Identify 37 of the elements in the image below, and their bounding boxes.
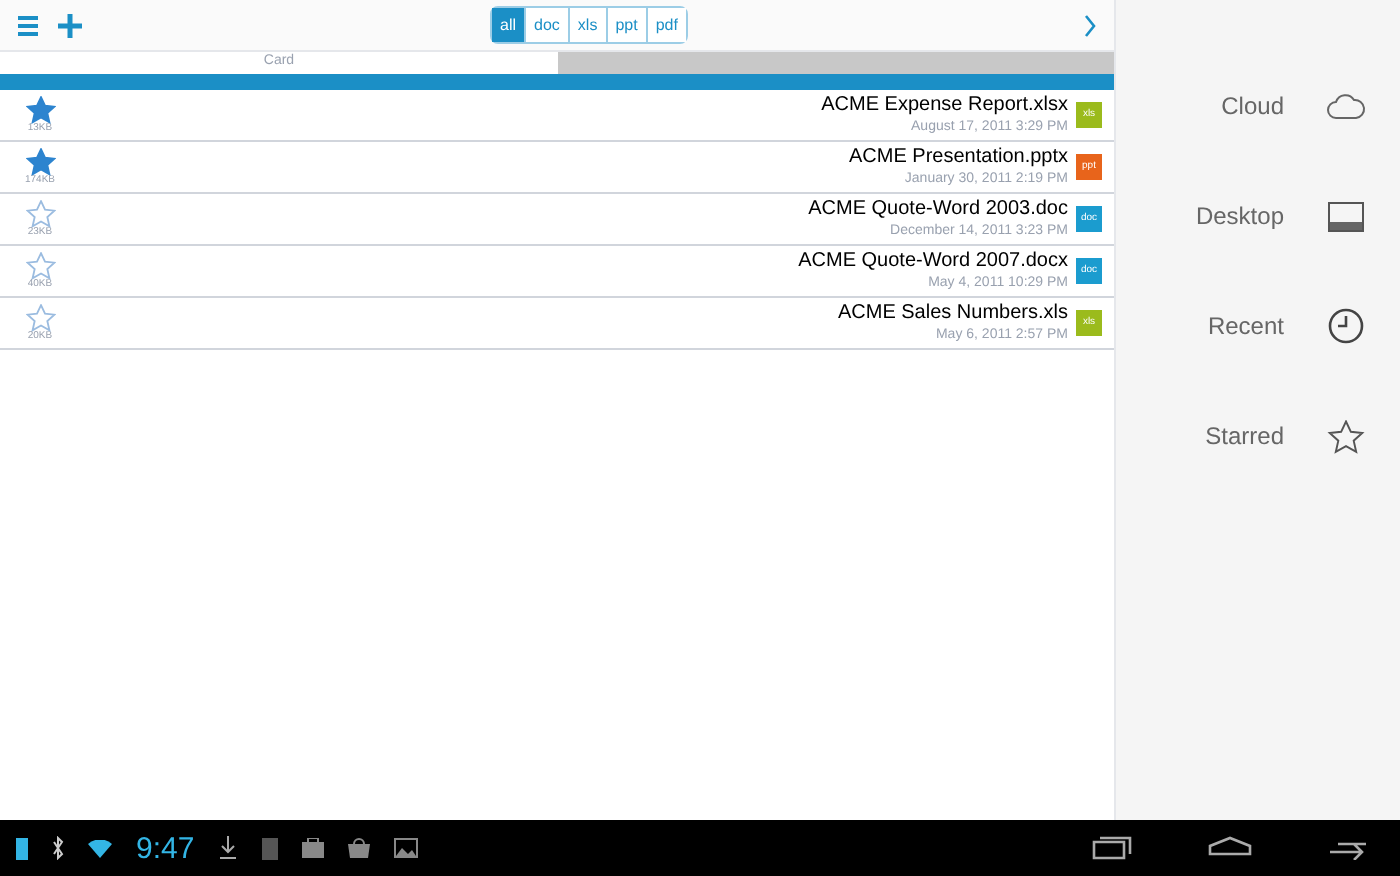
star-icon[interactable] xyxy=(25,200,55,228)
bluetooth-icon xyxy=(52,836,64,860)
clock: 9:47 xyxy=(136,833,195,863)
file-name: ACME Presentation.pptx xyxy=(849,146,1068,170)
star-icon[interactable] xyxy=(25,252,55,280)
sidebar-item[interactable]: Recent xyxy=(1207,308,1284,344)
filter-tab[interactable]: doc xyxy=(524,8,568,42)
sidebar-item[interactable]: Desktop xyxy=(1195,198,1284,234)
image-icon xyxy=(394,838,419,858)
monitor-icon xyxy=(1326,201,1366,231)
sidebar-item[interactable]: Starred xyxy=(1205,418,1284,454)
clock-icon xyxy=(1326,308,1366,344)
chevron-icon[interactable] xyxy=(1082,13,1098,37)
star-icon[interactable] xyxy=(25,96,55,124)
recent-apps-icon[interactable] xyxy=(1092,836,1132,860)
file-name: ACME Quote-Word 2003.doc xyxy=(808,198,1068,222)
filter-tab[interactable]: ppt xyxy=(605,8,646,42)
menu-icon[interactable] xyxy=(16,13,40,37)
add-icon[interactable] xyxy=(56,11,84,39)
filter-tab[interactable]: pdf xyxy=(645,8,686,42)
filter-tab[interactable]: all xyxy=(492,8,525,42)
briefcase-icon xyxy=(302,838,325,858)
star-icon xyxy=(1326,419,1366,453)
file-name: ACME Expense Report.xlsx xyxy=(821,94,1068,118)
file-name: ACME Quote-Word 2007.docx xyxy=(798,250,1068,274)
home-icon[interactable] xyxy=(1208,836,1252,856)
star-icon[interactable] xyxy=(25,304,55,332)
cloud-icon xyxy=(1326,92,1366,120)
document-icon xyxy=(262,837,279,859)
sidebar-item[interactable]: Cloud xyxy=(1221,88,1284,124)
download-icon xyxy=(218,836,239,860)
file-name: ACME Sales Numbers.xls xyxy=(837,302,1068,326)
wifi-icon xyxy=(88,839,112,857)
bag-icon xyxy=(348,838,371,858)
filter-tab[interactable]: xls xyxy=(567,8,606,42)
battery-icon xyxy=(16,836,28,860)
star-icon[interactable] xyxy=(25,148,55,176)
